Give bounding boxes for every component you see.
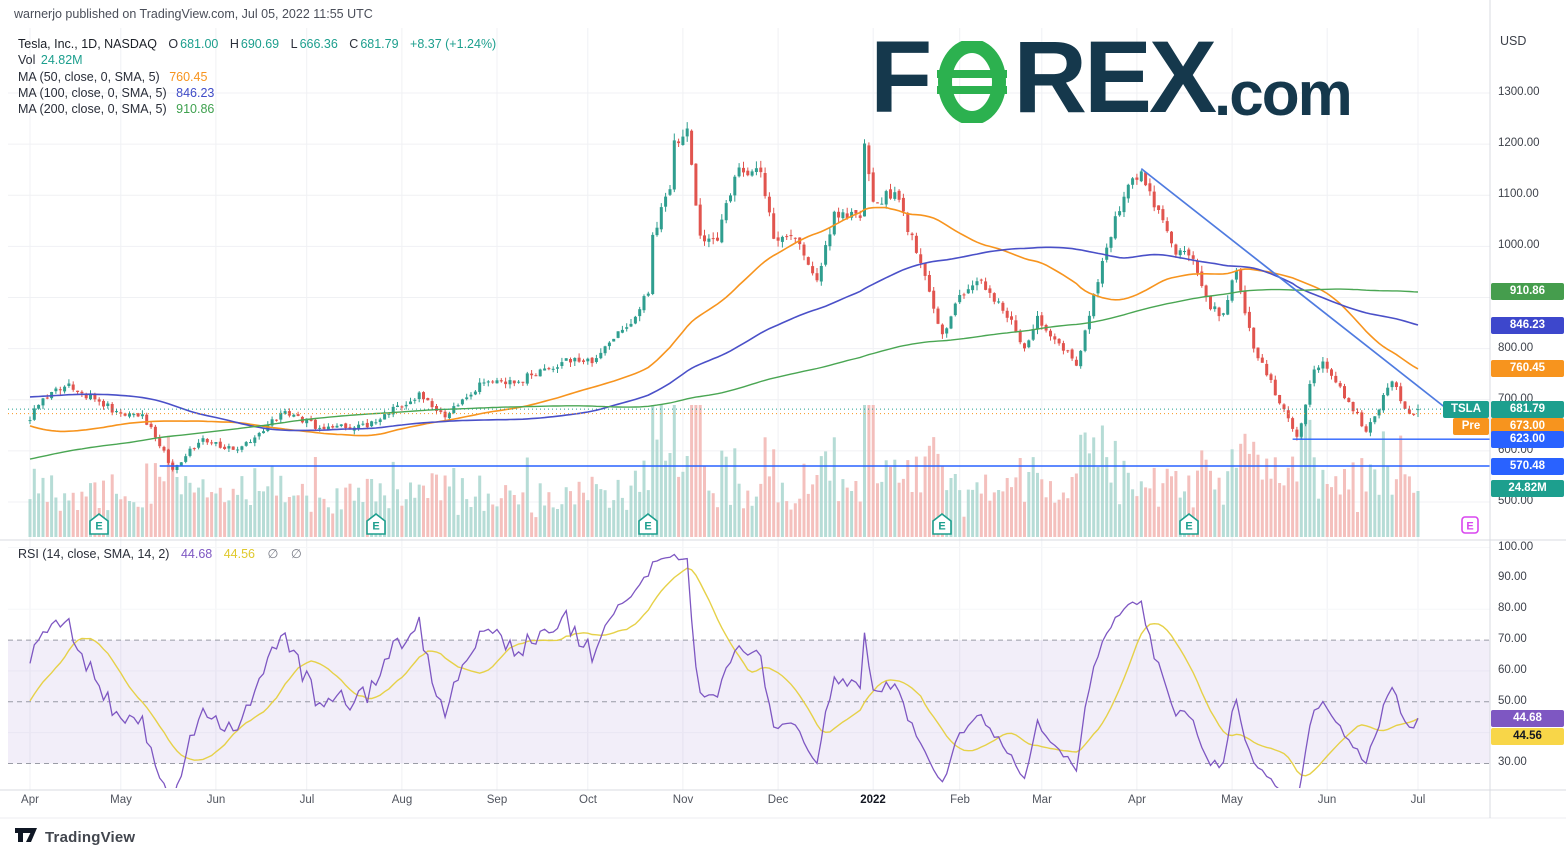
earnings-marker-icon[interactable]: E [932, 513, 952, 535]
time-axis-label[interactable]: May [1221, 794, 1243, 806]
ma100-legend-row: MA (100, close, 0, SMA, 5) 846.23 [18, 85, 496, 101]
rsi-axis-tick: 30.00 [1498, 756, 1527, 768]
next-earnings-marker-icon[interactable]: E [1461, 516, 1479, 534]
rsi-sma-value: 44.56 [224, 547, 255, 561]
price-badge-24.82M: 24.82M [1491, 480, 1564, 497]
price-badge-910.86: 910.86 [1491, 283, 1564, 300]
time-axis-label[interactable]: Aug [392, 794, 412, 806]
price-badge-760.45: 760.45 [1491, 360, 1564, 377]
price-axis-tick: 1100.00 [1498, 188, 1539, 200]
time-axis-label[interactable]: Mar [1032, 794, 1052, 806]
rsi-axis-tick: 80.00 [1498, 602, 1527, 614]
price-badge-tab-Pre: Pre [1453, 418, 1489, 435]
price-axis-tick: 1300.00 [1498, 86, 1540, 98]
time-axis-label[interactable]: Jul [1411, 794, 1426, 806]
earnings-marker-icon[interactable]: E [366, 513, 386, 535]
volume-value: 24.82M [41, 53, 83, 67]
time-axis-label[interactable]: Jul [300, 794, 315, 806]
earnings-marker-icon[interactable]: E [89, 513, 109, 535]
price-badge-44.68: 44.68 [1491, 710, 1564, 727]
symbol-legend[interactable]: Tesla, Inc., 1D, NASDAQ O681.00 H690.69 … [18, 36, 496, 117]
rsi-axis-tick: 50.00 [1498, 695, 1527, 707]
volume-legend-row: Vol 24.82M [18, 52, 496, 68]
forex-f: F [870, 26, 929, 128]
price-axis-tick: 1200.00 [1498, 137, 1540, 149]
time-axis-label[interactable]: Jun [1318, 794, 1337, 806]
open-value: 681.00 [180, 37, 218, 51]
forex-rex: REX [1013, 26, 1214, 128]
tradingview-icon [14, 824, 38, 850]
svg-text:E: E [938, 521, 945, 533]
earnings-marker-icon[interactable]: E [638, 513, 658, 535]
ma50-legend-row: MA (50, close, 0, SMA, 5) 760.45 [18, 69, 496, 85]
currency-label: USD [1500, 34, 1526, 48]
rsi-axis-tick: 60.00 [1498, 664, 1527, 676]
change-value: +8.37 (+1.24%) [410, 37, 496, 51]
symbol-title: Tesla, Inc., 1D, NASDAQ [18, 37, 157, 51]
time-axis-label[interactable]: Feb [950, 794, 970, 806]
svg-text:E: E [372, 521, 379, 533]
price-badge-846.23: 846.23 [1491, 317, 1564, 334]
price-badge-44.56: 44.56 [1491, 728, 1564, 745]
forex-watermark: F REX .com [870, 26, 1351, 128]
rsi-title: RSI (14, close, SMA, 14, 2) [18, 547, 169, 561]
forex-com: .com [1214, 64, 1351, 126]
time-axis-label[interactable]: May [110, 794, 132, 806]
publish-info: warnerjo published on TradingView.com, J… [14, 7, 373, 21]
time-axis-label[interactable]: Dec [768, 794, 788, 806]
time-axis-label[interactable]: Nov [673, 794, 693, 806]
svg-text:E: E [1185, 521, 1192, 533]
price-badge-623.00: 623.00 [1491, 431, 1564, 448]
price-axis-tick: 1000.00 [1498, 239, 1540, 251]
svg-text:E: E [1466, 521, 1473, 533]
time-axis-label[interactable]: Apr [1128, 794, 1146, 806]
time-axis-label[interactable]: Apr [21, 794, 39, 806]
svg-text:E: E [644, 521, 651, 533]
tradingview-brand: TradingView [45, 829, 135, 846]
ma200-legend-row: MA (200, close, 0, SMA, 5) 910.86 [18, 101, 496, 117]
price-badge-tab-TSLA: TSLA [1443, 401, 1489, 418]
svg-text:E: E [95, 521, 102, 533]
rsi-legend[interactable]: RSI (14, close, SMA, 14, 2) 44.68 44.56 … [18, 546, 302, 561]
ma50-value: 760.45 [169, 70, 207, 84]
rsi-axis-tick: 90.00 [1498, 571, 1527, 583]
ma200-value: 910.86 [176, 102, 214, 116]
tradingview-attribution[interactable]: TradingView [14, 824, 135, 850]
rsi-value: 44.68 [181, 547, 212, 561]
price-badge-570.48: 570.48 [1491, 458, 1564, 475]
time-axis-label[interactable]: Jun [207, 794, 226, 806]
close-value: 681.79 [360, 37, 398, 51]
time-axis-label[interactable]: Oct [579, 794, 597, 806]
low-value: 666.36 [300, 37, 338, 51]
time-axis-label[interactable]: Sep [487, 794, 507, 806]
symbol-legend-row-main: Tesla, Inc., 1D, NASDAQ O681.00 H690.69 … [18, 36, 496, 52]
ma100-value: 846.23 [176, 86, 214, 100]
chart-page: warnerjo published on TradingView.com, J… [0, 0, 1566, 850]
earnings-marker-icon[interactable]: E [1179, 513, 1199, 535]
price-badge-681.79: 681.79 [1491, 401, 1564, 418]
forex-o-icon [933, 41, 1011, 127]
rsi-axis-tick: 100.00 [1498, 541, 1533, 553]
rsi-axis-tick: 70.00 [1498, 633, 1527, 645]
time-axis-label[interactable]: 2022 [860, 794, 886, 806]
high-value: 690.69 [241, 37, 279, 51]
price-axis-tick: 800.00 [1498, 342, 1533, 354]
